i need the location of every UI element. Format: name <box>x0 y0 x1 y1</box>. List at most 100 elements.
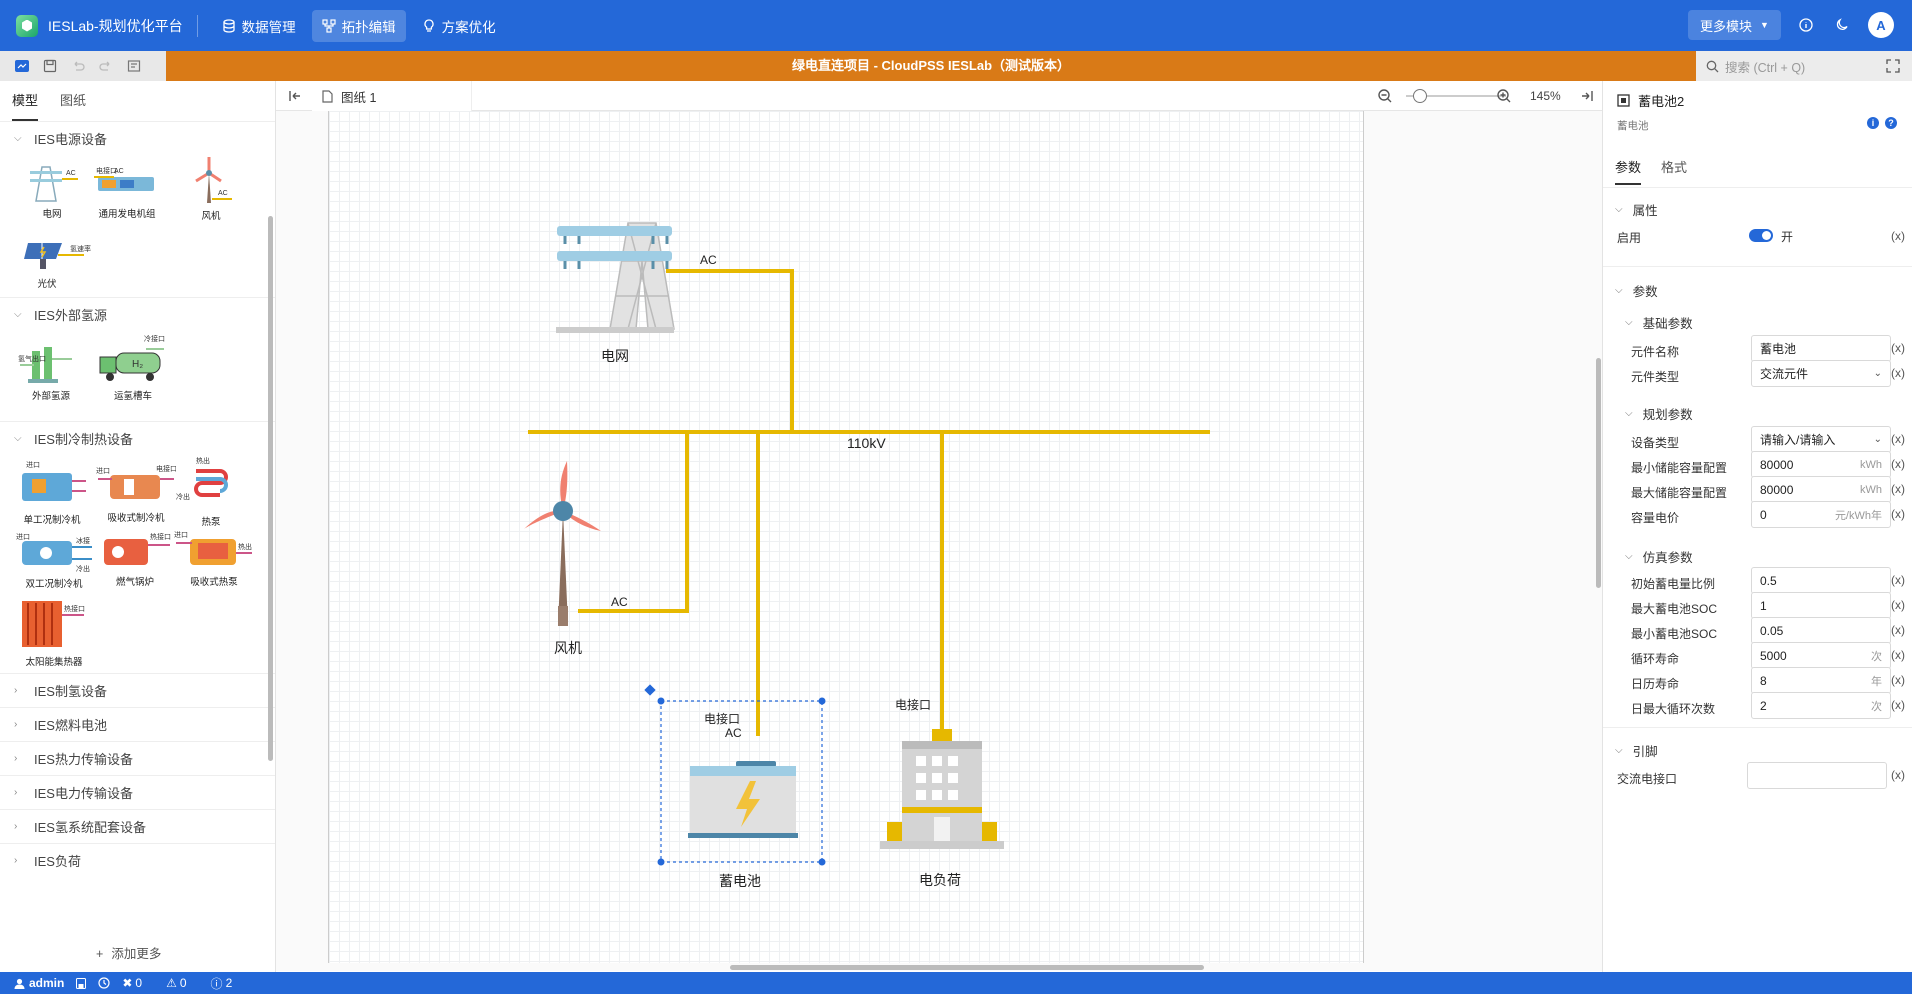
category-loads[interactable]: › IES负荷 <box>0 843 275 877</box>
category-power-sources[interactable]: ⌵ IES电源设备 <box>0 121 275 155</box>
category-thermal-transmission[interactable]: › IES热力传输设备 <box>0 741 275 775</box>
info-count[interactable]: ⓘ 2 <box>211 975 245 992</box>
app-logo[interactable] <box>16 14 38 37</box>
ac-port-field[interactable] <box>1747 762 1887 789</box>
device-absorption-chiller[interactable]: 进口 电接口 吸收式制冷机 <box>96 463 177 524</box>
tab-drawings[interactable]: 图纸 <box>60 81 86 121</box>
device-pv[interactable]: 氢速率 光伏 <box>22 237 92 290</box>
max-daily-cycles-field[interactable]: 2次 <box>1751 692 1891 719</box>
fullscreen-icon[interactable] <box>1886 59 1900 73</box>
component-type-select[interactable]: 交流元件 ⌄ <box>1751 360 1891 387</box>
device-wind-turbine[interactable]: AC 风机 <box>186 155 236 222</box>
user-avatar[interactable]: A <box>1868 12 1894 38</box>
device-type-select[interactable]: 请输入/请输入 ⌄ <box>1751 426 1891 453</box>
info-icon[interactable] <box>1797 16 1815 34</box>
expression-button[interactable]: (x) <box>1891 366 1905 380</box>
device-absorption-heat-pump[interactable]: 进口 热出 吸收式热泵 <box>174 527 254 588</box>
section-planning-params[interactable]: ⌵ 规划参数 <box>1625 404 1693 423</box>
expression-button[interactable]: (x) <box>1891 457 1905 471</box>
tab-format[interactable]: 格式 <box>1661 151 1687 185</box>
category-fuel-cell[interactable]: › IES燃料电池 <box>0 707 275 741</box>
topology-diagram[interactable]: 110kV AC 电网 AC 风机 电接口 AC 蓄电池 电接口 电负荷 <box>276 111 1602 971</box>
min-capacity-field[interactable]: 80000 kWh <box>1751 451 1891 478</box>
expression-button[interactable]: (x) <box>1891 698 1905 712</box>
category-external-hydrogen[interactable]: ⌵ IES外部氢源 <box>0 297 275 331</box>
wind-turbine-component[interactable] <box>524 461 601 626</box>
error-count[interactable]: ✖ 0 <box>122 976 154 990</box>
device-generator[interactable]: 电接口 AC 通用发电机组 <box>92 163 162 220</box>
format-icon[interactable] <box>120 51 148 81</box>
scrollbar[interactable] <box>268 216 273 761</box>
device-external-hydrogen[interactable]: 氢气出口 外部氢源 <box>18 337 84 402</box>
section-basic-params[interactable]: ⌵ 基础参数 <box>1625 313 1693 332</box>
expression-button[interactable]: (x) <box>1891 768 1905 782</box>
save-icon[interactable] <box>36 51 64 81</box>
cycle-life-field[interactable]: 5000 次 <box>1751 642 1891 669</box>
diagram-canvas[interactable]: 110kV AC 电网 AC 风机 电接口 AC 蓄电池 电接口 电负荷 <box>276 111 1602 971</box>
min-soc-field[interactable]: 0.05 <box>1751 617 1891 644</box>
category-hydrogen-production[interactable]: › IES制氢设备 <box>0 673 275 707</box>
redo-icon[interactable] <box>92 51 120 81</box>
zoom-slider-handle[interactable] <box>1413 89 1427 103</box>
section-simulation-params[interactable]: ⌵ 仿真参数 <box>1625 547 1693 566</box>
nav-topology-edit[interactable]: 拓扑编辑 <box>311 9 406 42</box>
device-grid[interactable]: AC 电网 <box>22 163 82 220</box>
max-soc-field[interactable]: 1 <box>1751 592 1891 619</box>
category-hydrogen-auxiliary[interactable]: › IES氢系统配套设备 <box>0 809 275 843</box>
zoom-in-icon[interactable] <box>1496 88 1512 104</box>
dark-mode-icon[interactable] <box>1833 16 1851 34</box>
calendar-life-field[interactable]: 8年 <box>1751 667 1891 694</box>
add-more-button[interactable]: + 添加更多 <box>96 943 161 962</box>
search-input[interactable]: 搜索 (Ctrl + Q) <box>1696 51 1912 81</box>
app-menu-icon[interactable] <box>8 51 36 81</box>
expression-button[interactable]: (x) <box>1891 598 1905 612</box>
device-heat-pump[interactable]: 热出 冷出 热泵 <box>176 455 246 528</box>
category-power-transmission[interactable]: › IES电力传输设备 <box>0 775 275 809</box>
section-pins[interactable]: ⌵ 引脚 <box>1615 741 1658 760</box>
nav-scheme-optimization[interactable]: 方案优化 <box>412 10 506 42</box>
max-capacity-field[interactable]: 80000 kWh <box>1751 476 1891 503</box>
expression-button[interactable]: (x) <box>1891 648 1905 662</box>
device-hydrogen-truck[interactable]: H₂ 冷接口 运氢槽车 <box>96 331 170 402</box>
battery-component[interactable] <box>688 761 798 838</box>
tab-params[interactable]: 参数 <box>1615 151 1642 185</box>
device-dual-chiller[interactable]: 进口 冰接 冷出 双工况制冷机 <box>12 531 96 590</box>
electric-load-component[interactable] <box>880 729 1004 849</box>
app-title[interactable]: IESLab-规划优化平台 <box>48 16 183 36</box>
expression-button[interactable]: (x) <box>1891 623 1905 637</box>
horizontal-scrollbar[interactable] <box>730 965 1204 970</box>
info-icon[interactable]: i <box>1867 117 1879 129</box>
grid-component[interactable] <box>556 222 675 333</box>
collapse-left-icon[interactable] <box>288 89 302 103</box>
tab-sheet-1[interactable]: 图纸 1 <box>312 81 472 111</box>
collapse-right-icon[interactable] <box>1580 89 1594 103</box>
zoom-out-icon[interactable] <box>1377 88 1393 104</box>
expression-button[interactable]: (x) <box>1891 573 1905 587</box>
save-status-icon[interactable] <box>76 977 87 989</box>
section-attributes[interactable]: ⌵ 属性 <box>1615 200 1658 219</box>
device-solar-collector[interactable]: 热接口 太阳能集热器 <box>12 595 96 668</box>
expression-button[interactable]: (x) <box>1891 673 1905 687</box>
help-icon[interactable]: ? <box>1885 117 1897 129</box>
expression-button[interactable]: (x) <box>1891 482 1905 496</box>
expression-button[interactable]: (x) <box>1891 507 1905 521</box>
capacity-price-field[interactable]: 0 元/kWh年 <box>1751 501 1891 528</box>
expression-button[interactable]: (x) <box>1891 341 1905 355</box>
user-status[interactable]: admin <box>14 976 64 990</box>
warning-count[interactable]: ⚠ 0 <box>166 976 198 990</box>
ac-bus-lines[interactable] <box>528 269 1210 736</box>
device-gas-boiler[interactable]: 热接口 燃气锅炉 <box>98 527 172 588</box>
device-single-chiller[interactable]: 进口 单工况制冷机 <box>16 459 88 526</box>
expression-button[interactable]: (x) <box>1891 229 1905 243</box>
category-heating-cooling[interactable]: ⌵ IES制冷制热设备 <box>0 421 275 455</box>
enable-toggle[interactable] <box>1749 229 1773 242</box>
tab-models[interactable]: 模型 <box>12 81 39 121</box>
section-params[interactable]: ⌵ 参数 <box>1615 281 1658 300</box>
nav-data-management[interactable]: 数据管理 <box>212 10 306 42</box>
expression-button[interactable]: (x) <box>1891 432 1905 446</box>
more-modules-button[interactable]: 更多模块 ▼ <box>1688 10 1781 40</box>
component-name-field[interactable]: 蓄电池 <box>1751 335 1891 362</box>
vertical-scrollbar[interactable] <box>1596 358 1601 588</box>
history-icon[interactable] <box>98 977 110 989</box>
undo-icon[interactable] <box>64 51 92 81</box>
